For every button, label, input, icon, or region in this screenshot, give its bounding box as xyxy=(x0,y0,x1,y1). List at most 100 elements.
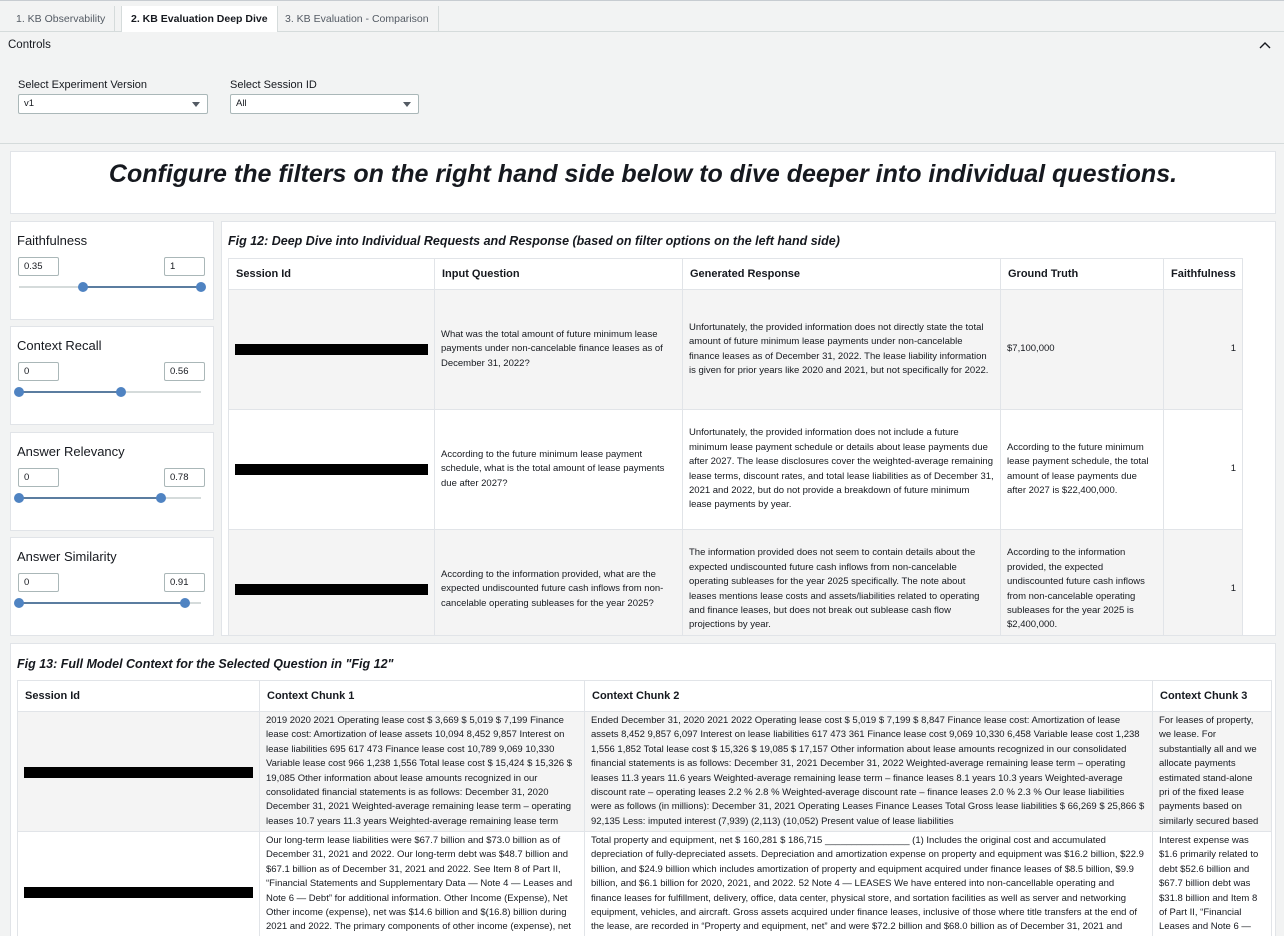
context-chunk-text: For leases of property, we lease. For su… xyxy=(1159,715,1259,827)
slider-max-input[interactable]: 0.91 xyxy=(164,573,205,592)
column-header[interactable]: Context Chunk 3 xyxy=(1152,680,1272,712)
column-header[interactable]: Context Chunk 2 xyxy=(584,680,1153,712)
slider-card: Answer Relevancy 0 0.78 xyxy=(10,432,214,531)
redacted-session-id xyxy=(235,584,428,595)
slider-track[interactable] xyxy=(14,598,201,608)
context-chunk-cell: For leases of property, we lease. For su… xyxy=(1152,711,1272,832)
slider-min-input[interactable]: 0 xyxy=(18,468,59,487)
generated-response-cell: Unfortunately, the provided information … xyxy=(682,409,1001,530)
slider-max-handle[interactable] xyxy=(179,598,190,608)
slider-track[interactable] xyxy=(19,282,206,292)
slider-max-input[interactable]: 0.56 xyxy=(164,362,205,381)
column-header[interactable]: Faithfulness xyxy=(1163,258,1243,290)
redacted-session-id xyxy=(24,887,253,898)
slider-min-handle[interactable] xyxy=(14,387,24,397)
session-id-value: All xyxy=(236,98,247,109)
redacted-session-id xyxy=(235,344,428,355)
slider-min-input[interactable]: 0 xyxy=(18,573,59,592)
slider-card: Answer Similarity 0 0.91 xyxy=(10,537,214,636)
table-row[interactable]: Our long-term lease liabilities were $67… xyxy=(17,831,1272,936)
session-id-cell xyxy=(17,831,260,936)
context-chunk-text: Our long-term lease liabilities were $67… xyxy=(266,835,573,936)
slider-title: Answer Similarity xyxy=(17,549,117,564)
column-header[interactable]: Ground Truth xyxy=(1000,258,1164,290)
slider-max-handle[interactable] xyxy=(115,387,126,397)
slider-card: Context Recall 0 0.56 xyxy=(10,326,214,425)
tab-kb-observability[interactable]: 1. KB Observability xyxy=(7,6,116,33)
slider-range-fill xyxy=(82,286,201,288)
slider-min-handle[interactable] xyxy=(77,282,88,292)
context-chunk-cell: 2019 2020 2021 Operating lease cost $ 3,… xyxy=(259,711,585,832)
banner-panel: Configure the filters on the right hand … xyxy=(10,151,1276,214)
slider-range-fill xyxy=(19,391,121,393)
slider-title: Answer Relevancy xyxy=(17,444,125,459)
slider-min-input[interactable]: 0.35 xyxy=(18,257,59,276)
slider-min-input[interactable]: 0 xyxy=(18,362,59,381)
context-chunk-text: Total property and equipment, net $ 160,… xyxy=(591,835,1144,936)
faithfulness-cell: 1 xyxy=(1163,409,1243,530)
table-row[interactable]: According to the information provided, w… xyxy=(228,529,1243,635)
column-header[interactable]: Session Id xyxy=(228,258,435,290)
input-question-cell: According to the future minimum lease pa… xyxy=(434,409,683,530)
ground-truth-cell: According to the future minimum lease pa… xyxy=(1000,409,1164,530)
input-question-cell: What was the total amount of future mini… xyxy=(434,289,683,410)
context-chunk-text: 2019 2020 2021 Operating lease cost $ 3,… xyxy=(266,715,572,827)
tab-kb-evaluation-comparison[interactable]: 3. KB Evaluation - Comparison xyxy=(276,6,439,33)
redacted-session-id xyxy=(235,464,428,475)
slider-min-handle[interactable] xyxy=(14,598,24,608)
context-chunk-text: Interest expense was $1.6 primarily rela… xyxy=(1159,835,1259,936)
context-chunk-cell: Interest expense was $1.6 primarily rela… xyxy=(1152,831,1272,936)
fig12-header-row: Session Id Input Question Generated Resp… xyxy=(228,258,1243,290)
slider-title: Context Recall xyxy=(17,338,102,353)
chevron-down-icon xyxy=(403,102,411,107)
session-id-select[interactable]: All xyxy=(230,94,419,114)
controls-title[interactable]: Controls xyxy=(8,39,51,51)
redacted-session-id xyxy=(24,767,253,778)
controls-section: Controls Select Experiment Version v1 Se… xyxy=(0,32,1284,144)
fig13-title: Fig 13: Full Model Context for the Selec… xyxy=(17,657,394,671)
input-question-cell: According to the information provided, w… xyxy=(434,529,683,635)
column-header[interactable]: Session Id xyxy=(17,680,260,712)
table-row[interactable]: What was the total amount of future mini… xyxy=(228,289,1243,410)
column-header[interactable]: Context Chunk 1 xyxy=(259,680,585,712)
faithfulness-cell: 1 xyxy=(1163,289,1243,410)
slider-card: Faithfulness 0.35 1 xyxy=(10,221,214,320)
context-chunk-cell: Total property and equipment, net $ 160,… xyxy=(584,831,1153,936)
slider-max-input[interactable]: 1 xyxy=(164,257,205,276)
experiment-version-label: Select Experiment Version xyxy=(18,79,148,91)
slider-max-handle[interactable] xyxy=(196,282,206,292)
experiment-version-value: v1 xyxy=(24,98,35,109)
slider-track[interactable] xyxy=(14,387,201,397)
context-chunk-cell: Ended December 31, 2020 2021 2022 Operat… xyxy=(584,711,1153,832)
generated-response-cell: The information provided does not seem t… xyxy=(682,529,1001,635)
ground-truth-cell: According to the information provided, t… xyxy=(1000,529,1164,635)
chevron-up-icon[interactable] xyxy=(1258,38,1272,52)
slider-max-handle[interactable] xyxy=(155,493,166,503)
faithfulness-cell: 1 xyxy=(1163,529,1243,635)
chevron-down-icon xyxy=(192,102,200,107)
session-id-cell xyxy=(17,711,260,832)
column-header[interactable]: Input Question xyxy=(434,258,683,290)
slider-track[interactable] xyxy=(14,493,201,503)
table-row[interactable]: According to the future minimum lease pa… xyxy=(228,409,1243,530)
tab-bar: 1. KB Observability 2. KB Evaluation Dee… xyxy=(0,0,1284,33)
slider-max-input[interactable]: 0.78 xyxy=(164,468,205,487)
context-chunk-text: Ended December 31, 2020 2021 2022 Operat… xyxy=(591,715,1145,827)
ground-truth-cell: $7,100,000 xyxy=(1000,289,1164,410)
tab-kb-evaluation-deep-dive[interactable]: 2. KB Evaluation Deep Dive xyxy=(121,6,278,33)
session-id-cell xyxy=(228,529,435,635)
fig12-panel: Fig 12: Deep Dive into Individual Reques… xyxy=(221,221,1276,636)
fig13-panel: Fig 13: Full Model Context for the Selec… xyxy=(10,643,1276,936)
session-id-cell xyxy=(228,409,435,530)
table-row[interactable]: 2019 2020 2021 Operating lease cost $ 3,… xyxy=(17,711,1272,832)
fig12-title: Fig 12: Deep Dive into Individual Reques… xyxy=(228,234,840,248)
fig13-header-row: Session Id Context Chunk 1 Context Chunk… xyxy=(17,680,1272,712)
slider-range-fill xyxy=(19,497,161,499)
experiment-version-select[interactable]: v1 xyxy=(18,94,208,114)
slider-range-fill xyxy=(19,602,185,604)
slider-title: Faithfulness xyxy=(17,233,88,248)
banner-heading: Configure the filters on the right hand … xyxy=(108,160,1178,188)
column-header[interactable]: Generated Response xyxy=(682,258,1001,290)
session-id-cell xyxy=(228,289,435,410)
slider-min-handle[interactable] xyxy=(14,493,24,503)
